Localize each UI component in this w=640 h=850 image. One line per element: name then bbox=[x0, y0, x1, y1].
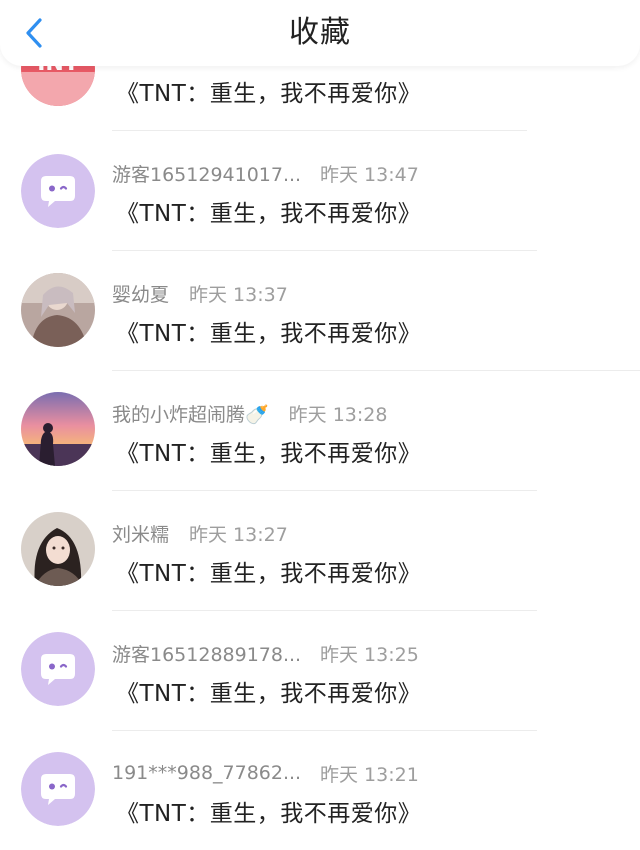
list-item[interactable]: 游客16512941017... 昨天 13:47 《TNT：重生，我不再爱你》 bbox=[0, 130, 640, 251]
item-meta: 191***988_77862... 昨天 13:21 bbox=[112, 760, 419, 786]
item-meta: 婴幼夏 昨天 13:37 bbox=[112, 280, 288, 306]
user-name[interactable]: 刘米糯 bbox=[112, 520, 169, 547]
default-chat-avatar[interactable] bbox=[21, 632, 95, 706]
user-name[interactable]: 191***988_77862... bbox=[112, 762, 312, 784]
item-meta: 游客16512889178... 昨天 13:25 bbox=[112, 640, 419, 666]
message-text: 《TNT：重生，我不再爱你》 bbox=[116, 801, 422, 827]
user-name[interactable]: 游客16512889178... bbox=[112, 640, 312, 667]
timestamp: 昨天 13:37 bbox=[189, 283, 288, 306]
user-name[interactable]: 我的小炸超闹腾🍼 bbox=[112, 400, 269, 427]
sunset-photo-avatar[interactable] bbox=[21, 392, 95, 466]
user-name[interactable]: 游客16512941017... bbox=[112, 160, 312, 187]
timestamp: 昨天 13:25 bbox=[320, 643, 419, 666]
list-item[interactable]: 刘米糯 昨天 13:27 《TNT：重生，我不再爱你》 bbox=[0, 490, 640, 611]
item-meta: 我的小炸超闹腾🍼 昨天 13:28 bbox=[112, 400, 387, 426]
default-chat-avatar[interactable] bbox=[21, 752, 95, 826]
girl-photo-avatar[interactable] bbox=[21, 512, 95, 586]
timestamp: 昨天 13:28 bbox=[288, 403, 388, 426]
photo-avatar[interactable] bbox=[21, 273, 95, 347]
message-text: 《TNT：重生，我不再爱你》 bbox=[116, 681, 422, 707]
top-nav-bar: 收藏 bbox=[0, 0, 640, 66]
list-item[interactable]: 婴幼夏 昨天 13:37 《TNT：重生，我不再爱你》 bbox=[0, 250, 640, 371]
message-text: 《TNT：重生，我不再爱你》 bbox=[116, 81, 422, 107]
timestamp: 昨天 13:27 bbox=[189, 523, 288, 546]
timestamp: 昨天 13:21 bbox=[320, 763, 419, 786]
list-item[interactable]: 191***988_77862... 昨天 13:21 《TNT：重生，我不再爱… bbox=[0, 730, 640, 850]
message-text: 《TNT：重生，我不再爱你》 bbox=[116, 561, 422, 587]
default-chat-avatar[interactable] bbox=[21, 154, 95, 228]
list-item[interactable]: 我的小炸超闹腾🍼 昨天 13:28 《TNT：重生，我不再爱你》 bbox=[0, 370, 640, 491]
message-text: 《TNT：重生，我不再爱你》 bbox=[116, 441, 422, 467]
message-text: 《TNT：重生，我不再爱你》 bbox=[116, 321, 422, 347]
user-name[interactable]: 婴幼夏 bbox=[112, 280, 169, 307]
timestamp: 昨天 13:47 bbox=[320, 163, 419, 186]
list-item[interactable]: 游客16512889178... 昨天 13:25 《TNT：重生，我不再爱你》 bbox=[0, 610, 640, 731]
item-meta: 刘米糯 昨天 13:27 bbox=[112, 520, 288, 546]
message-text: 《TNT：重生，我不再爱你》 bbox=[116, 201, 422, 227]
item-meta: 游客16512941017... 昨天 13:47 bbox=[112, 160, 419, 186]
page-title: 收藏 bbox=[289, 15, 351, 50]
